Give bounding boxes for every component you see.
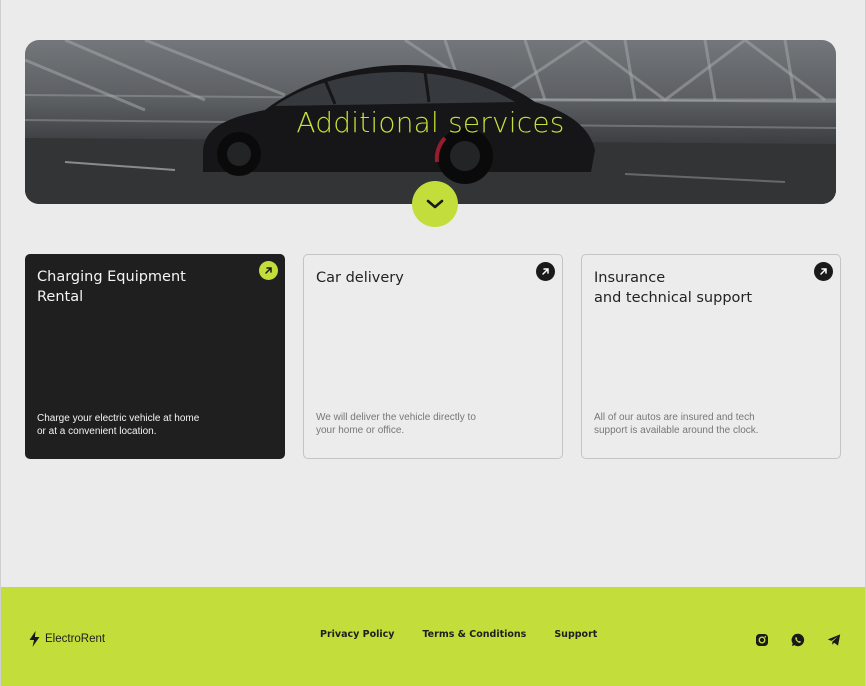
terms-link[interactable]: Terms & Conditions bbox=[422, 629, 526, 640]
card-description: Charge your electric vehicle at home or … bbox=[37, 413, 200, 437]
hero-banner: Additional services bbox=[25, 40, 836, 204]
scroll-down-button[interactable] bbox=[412, 181, 458, 227]
privacy-policy-link[interactable]: Privacy Policy bbox=[320, 629, 394, 640]
card-open-button[interactable] bbox=[259, 261, 278, 280]
card-title: Insurance and technical support bbox=[594, 270, 753, 306]
lightning-icon bbox=[29, 631, 40, 647]
card-description: We will deliver the vehicle directly to … bbox=[316, 412, 476, 436]
brand-logo[interactable]: ElectroRent bbox=[29, 631, 105, 647]
card-title: Car delivery bbox=[316, 270, 404, 286]
arrow-up-right-icon bbox=[820, 268, 827, 275]
footer: ElectroRent Privacy Policy Terms & Condi… bbox=[1, 587, 865, 686]
card-description: All of our autos are insured and tech su… bbox=[594, 412, 759, 436]
footer-nav: Privacy Policy Terms & Conditions Suppor… bbox=[320, 629, 597, 640]
support-link[interactable]: Support bbox=[554, 629, 597, 640]
social-links bbox=[754, 632, 841, 647]
telegram-icon[interactable] bbox=[826, 632, 841, 647]
arrow-up-right-icon bbox=[542, 268, 549, 275]
arrow-up-right-icon bbox=[265, 267, 272, 274]
card-open-button[interactable] bbox=[536, 262, 555, 281]
instagram-icon[interactable] bbox=[754, 632, 769, 647]
chevron-down-icon bbox=[426, 199, 444, 209]
service-card-insurance[interactable]: Insurance and technical support All of o… bbox=[581, 254, 841, 459]
service-card-delivery[interactable]: Car delivery We will deliver the vehicle… bbox=[303, 254, 563, 459]
service-card-charging[interactable]: Charging Equipment Rental Charge your el… bbox=[25, 254, 285, 459]
card-title: Charging Equipment Rental bbox=[37, 269, 186, 305]
brand-name: ElectroRent bbox=[45, 633, 106, 645]
card-open-button[interactable] bbox=[814, 262, 833, 281]
hero-title: Additional services bbox=[296, 106, 565, 139]
whatsapp-icon[interactable] bbox=[790, 632, 805, 647]
